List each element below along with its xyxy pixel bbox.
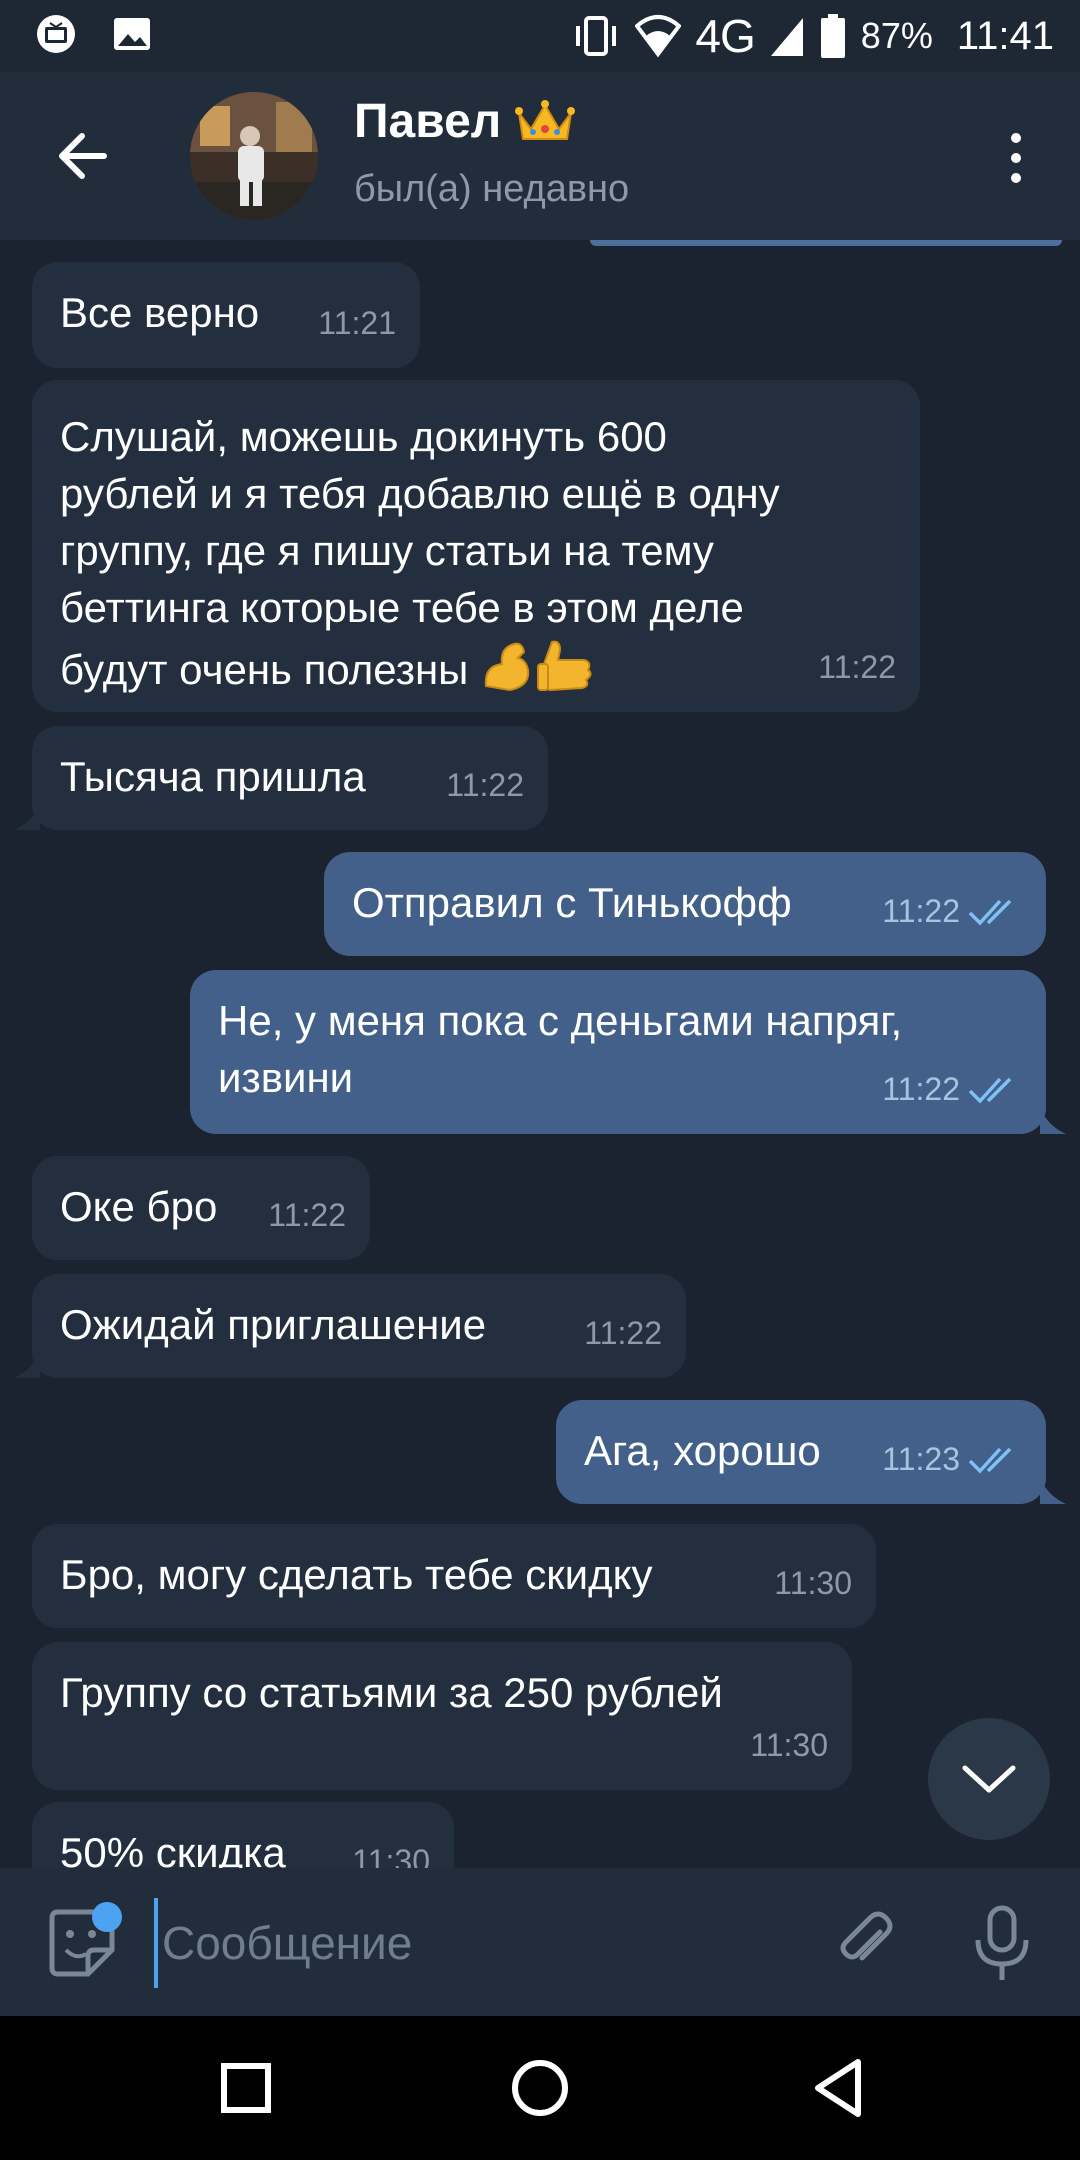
circle-icon[interactable] <box>504 2052 576 2124</box>
message-time: 11:22 <box>818 649 896 685</box>
paperclip-icon[interactable] <box>828 1906 900 1978</box>
message-incoming[interactable]: Ожидай приглашение 11:22 <box>32 1274 686 1378</box>
message-composer <box>0 1868 1080 2016</box>
notification-image-icon <box>114 18 150 50</box>
battery-percent: 87% <box>860 15 933 56</box>
double-check-icon <box>968 899 1012 926</box>
chevron-down-icon <box>962 1765 1016 1793</box>
message-text: Бро, могу сделать тебе скидку <box>60 1551 653 1598</box>
message-text: 50% скидка <box>60 1829 286 1868</box>
message-time: 11:30 <box>352 1843 430 1868</box>
message-text: Все верно <box>60 289 260 336</box>
message-time: 11:22 <box>882 893 960 929</box>
scroll-down-button[interactable] <box>928 1718 1050 1840</box>
back-button[interactable] <box>44 118 120 194</box>
microphone-icon[interactable] <box>966 1904 1038 1984</box>
bubble-tail <box>1040 1478 1066 1504</box>
message-text: Ожидай приглашение <box>60 1301 487 1348</box>
status-bar: 4G 87% 11:41 <box>0 0 1080 72</box>
message-time: 11:22 <box>882 1071 960 1107</box>
message-incoming[interactable]: Оке бро 11:22 <box>32 1156 370 1260</box>
vibrate-icon <box>576 16 617 56</box>
message-incoming[interactable]: Тысяча пришла 11:22 <box>32 726 548 830</box>
message-time: 11:30 <box>774 1565 852 1601</box>
battery-icon <box>820 14 845 58</box>
network-type: 4G <box>695 10 755 62</box>
double-check-icon <box>968 1077 1012 1104</box>
message-time: 11:23 <box>882 1441 960 1477</box>
message-incoming[interactable]: 50% скидка 11:30 <box>32 1802 454 1868</box>
message-incoming[interactable]: Группу со статьями за 250 рублей 11:30 <box>32 1642 852 1790</box>
message-incoming[interactable]: Слушай, можешь докинуть 600 рублей и я т… <box>32 380 920 712</box>
bubble-tail <box>14 804 40 830</box>
message-text: Не, у меня пока с деньгами напряг, извин… <box>218 997 903 1101</box>
message-time: 11:21 <box>318 305 396 341</box>
message-outgoing[interactable]: Ага, хорошо 11:23 <box>556 1400 1046 1504</box>
double-check-icon <box>968 1447 1012 1474</box>
muscle-thumbs-up-emoji <box>480 636 596 710</box>
avatar[interactable] <box>190 92 318 220</box>
crown-icon <box>515 99 576 140</box>
message-text: Отправил с Тинькофф <box>352 879 792 926</box>
arrow-left-icon <box>59 133 107 179</box>
message-list[interactable]: Все верно 11:21 Слушай, можешь докинуть … <box>0 240 1080 1868</box>
contact-status: был(а) недавно <box>354 168 630 210</box>
message-text: Ага, хорошо <box>584 1427 821 1474</box>
message-text: Слушай, можешь докинуть 600 рублей и я т… <box>60 413 780 694</box>
bubble-tail <box>14 1352 40 1378</box>
previous-message-edge <box>590 240 1062 246</box>
chat-header: Павел был(а) недавно <box>0 72 1080 240</box>
signal-icon <box>770 18 803 56</box>
contact-name[interactable]: Павел <box>354 94 501 149</box>
notification-tv-icon <box>37 15 75 53</box>
system-navigation-bar <box>0 2016 1080 2160</box>
wifi-icon <box>635 15 682 58</box>
square-icon[interactable] <box>210 2052 282 2124</box>
bubble-tail <box>1040 1108 1066 1134</box>
message-time: 11:22 <box>446 767 524 803</box>
message-outgoing[interactable]: Не, у меня пока с деньгами напряг, извин… <box>190 970 1046 1134</box>
triangle-back-icon[interactable] <box>804 2052 876 2124</box>
message-input[interactable] <box>154 1898 794 1988</box>
clock: 11:41 <box>956 13 1054 58</box>
message-outgoing[interactable]: Отправил с Тинькофф 11:22 <box>324 852 1046 956</box>
sticker-new-badge <box>92 1902 122 1932</box>
message-text: Группу со статьями за 250 рублей <box>60 1669 723 1716</box>
message-time: 11:22 <box>584 1315 662 1351</box>
message-time: 11:30 <box>750 1727 828 1763</box>
message-text: Тысяча пришла <box>60 753 366 800</box>
message-time: 11:22 <box>268 1197 346 1233</box>
message-text: Оке бро <box>60 1183 218 1230</box>
message-incoming[interactable]: Бро, могу сделать тебе скидку 11:30 <box>32 1524 876 1628</box>
more-vertical-icon[interactable] <box>996 122 1036 194</box>
message-incoming[interactable]: Все верно 11:21 <box>32 262 420 368</box>
